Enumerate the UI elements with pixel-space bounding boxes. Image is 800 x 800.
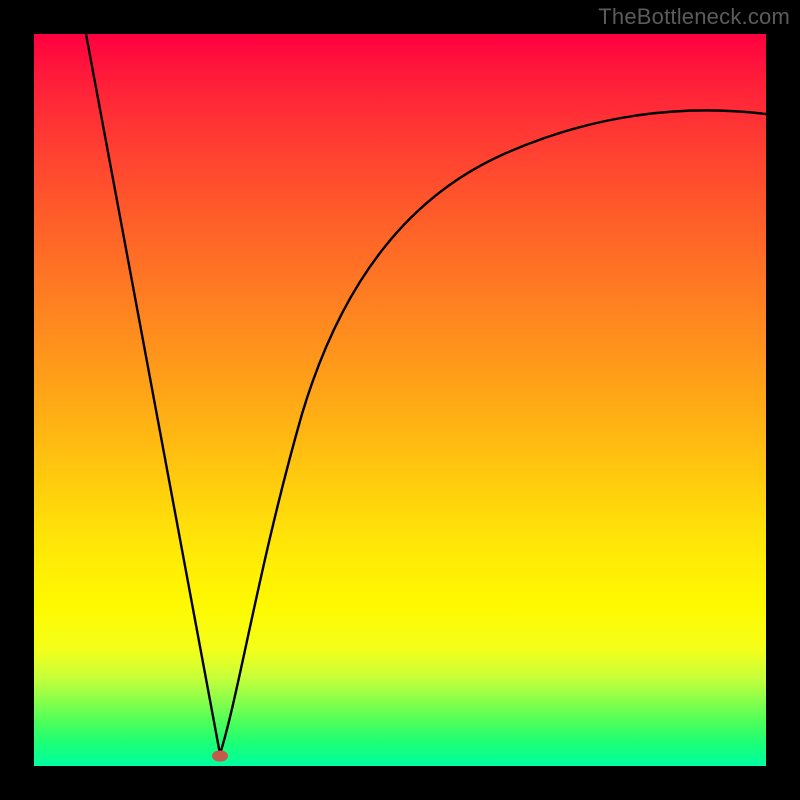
curve-left-branch xyxy=(86,34,220,754)
watermark-text: TheBottleneck.com xyxy=(598,4,790,30)
plot-area xyxy=(34,34,766,766)
minimum-marker xyxy=(212,751,228,762)
chart-frame: TheBottleneck.com xyxy=(0,0,800,800)
bottleneck-curve xyxy=(34,34,766,766)
curve-right-branch xyxy=(220,110,766,754)
